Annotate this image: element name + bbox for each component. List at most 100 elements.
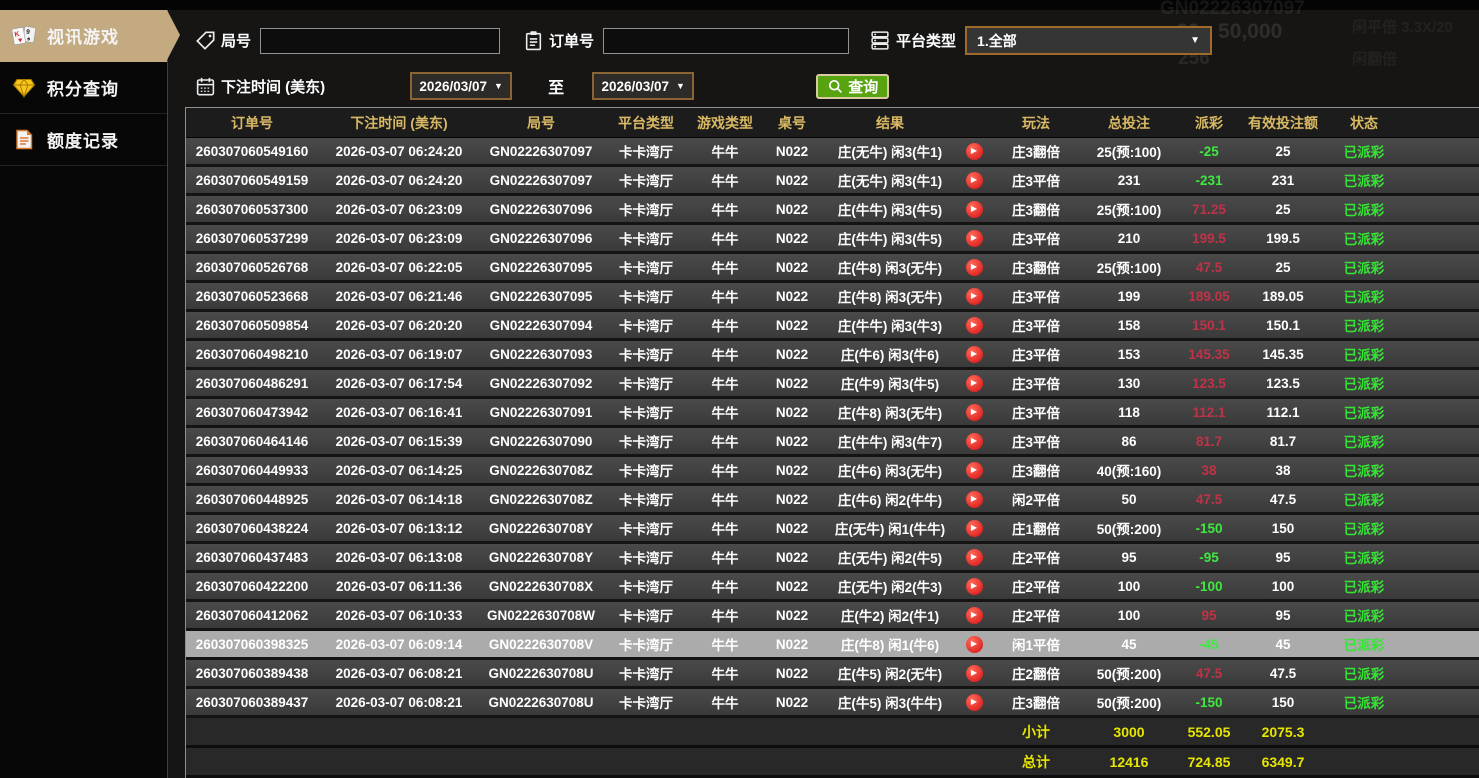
table-row[interactable]: 2603070604489252026-03-07 06:14:18GN0222… — [186, 486, 1479, 515]
filter-row-top: 局号 订单号 — [194, 27, 1479, 54]
play-video-button[interactable]: ▶ — [966, 665, 983, 682]
cell-result: 庄(牛牛) 闲3(牛3) — [824, 315, 956, 335]
table-body: 2603070605491602026-03-07 06:24:20GN0222… — [186, 138, 1479, 718]
table-row[interactable]: 2603070603894382026-03-07 06:08:21GN0222… — [186, 660, 1479, 689]
table-row[interactable]: 2603070605372992026-03-07 06:23:09GN0222… — [186, 225, 1479, 254]
cell-game_type: 牛牛 — [690, 489, 760, 509]
table-row[interactable]: 2603070605236682026-03-07 06:21:46GN0222… — [186, 283, 1479, 312]
table-row[interactable]: 2603070604739422026-03-07 06:16:41GN0222… — [186, 399, 1479, 428]
play-video-button[interactable]: ▶ — [966, 433, 983, 450]
play-video-button[interactable]: ▶ — [966, 143, 983, 160]
play-video-button[interactable]: ▶ — [966, 288, 983, 305]
calendar-icon — [194, 75, 216, 97]
platform-type-select[interactable]: 1.全部 ▼ — [965, 26, 1212, 55]
play-video-button[interactable]: ▶ — [966, 694, 983, 711]
cell-total_bet: 199 — [1080, 289, 1178, 304]
sidebar: 9 ♠ K ♥ 视讯游戏 积分查询 — [0, 10, 168, 778]
cell-play: ▶ — [956, 520, 992, 537]
cell-table_no: N022 — [760, 231, 824, 246]
cell-valid_bet: 100 — [1240, 579, 1326, 594]
cell-status: 已派彩 — [1326, 315, 1402, 335]
table-row[interactable]: 2603070603894372026-03-07 06:08:21GN0222… — [186, 689, 1479, 718]
table-row[interactable]: 2603070604641462026-03-07 06:15:39GN0222… — [186, 428, 1479, 457]
table-row[interactable]: 2603070604222002026-03-07 06:11:36GN0222… — [186, 573, 1479, 602]
table-row[interactable]: 2603070605491592026-03-07 06:24:20GN0222… — [186, 167, 1479, 196]
cell-play_method: 庄3翻倍 — [992, 257, 1080, 277]
play-video-button[interactable]: ▶ — [966, 491, 983, 508]
cell-game_type: 牛牛 — [690, 605, 760, 625]
cell-round_no: GN0222630708W — [480, 608, 602, 623]
cell-table_no: N022 — [760, 173, 824, 188]
play-video-button[interactable]: ▶ — [966, 259, 983, 276]
search-icon — [827, 78, 844, 95]
total-row: 总计12416724.856349.7 — [186, 748, 1479, 778]
cell-valid_bet: 95 — [1240, 608, 1326, 623]
table-row[interactable]: 2603070605267682026-03-07 06:22:05GN0222… — [186, 254, 1479, 283]
search-button[interactable]: 查询 — [816, 74, 889, 99]
cell-play: ▶ — [956, 491, 992, 508]
play-video-button[interactable]: ▶ — [966, 346, 983, 363]
cell-result: 庄(无牛) 闲3(牛1) — [824, 141, 956, 161]
cell-total_bet: 50(预:200) — [1080, 692, 1178, 712]
date-from-select[interactable]: 2026/03/07 ▼ — [410, 72, 512, 100]
table-row[interactable]: 2603070604499332026-03-07 06:14:25GN0222… — [186, 457, 1479, 486]
table-row[interactable]: 2603070605098542026-03-07 06:20:20GN0222… — [186, 312, 1479, 341]
table-row[interactable]: 2603070605373002026-03-07 06:23:09GN0222… — [186, 196, 1479, 225]
order-no-input[interactable] — [603, 28, 849, 54]
play-video-button[interactable]: ▶ — [966, 317, 983, 334]
cell-round_no: GN02226307095 — [480, 289, 602, 304]
date-to-select[interactable]: 2026/03/07 ▼ — [592, 72, 694, 100]
play-video-button[interactable]: ▶ — [966, 201, 983, 218]
cell-platform: 卡卡湾厅 — [602, 402, 690, 422]
cell-platform: 卡卡湾厅 — [602, 489, 690, 509]
cell-valid_bet: 150 — [1240, 521, 1326, 536]
cell-result: 庄(牛牛) 闲3(牛5) — [824, 199, 956, 219]
play-video-button[interactable]: ▶ — [966, 462, 983, 479]
playing-cards-icon: 9 ♠ K ♥ — [11, 24, 37, 48]
play-video-button[interactable]: ▶ — [966, 375, 983, 392]
table-row[interactable]: 2603070604382242026-03-07 06:13:12GN0222… — [186, 515, 1479, 544]
table-row[interactable]: 2603070604982102026-03-07 06:19:07GN0222… — [186, 341, 1479, 370]
cell-payout: 145.35 — [1178, 347, 1240, 362]
table-row[interactable]: 2603070604862912026-03-07 06:17:54GN0222… — [186, 370, 1479, 399]
sidebar-item-points-query[interactable]: 积分查询 — [0, 62, 167, 114]
sidebar-item-label: 视讯游戏 — [47, 23, 119, 48]
cell-order_no: 260307060412062 — [186, 608, 318, 623]
cell-game_type: 牛牛 — [690, 257, 760, 277]
cell-valid_bet: 231 — [1240, 173, 1326, 188]
table-row[interactable]: 2603070603983252026-03-07 06:09:14GN0222… — [186, 631, 1479, 660]
cell-play_method: 庄2平倍 — [992, 576, 1080, 596]
table-row[interactable]: 2603070604374832026-03-07 06:13:08GN0222… — [186, 544, 1479, 573]
cell-table_no: N022 — [760, 376, 824, 391]
round-no-label: 局号 — [221, 30, 251, 51]
play-video-button[interactable]: ▶ — [966, 607, 983, 624]
play-video-button[interactable]: ▶ — [966, 520, 983, 537]
play-video-button[interactable]: ▶ — [966, 636, 983, 653]
cell-order_no: 260307060509854 — [186, 318, 318, 333]
cell-round_no: GN02226307093 — [480, 347, 602, 362]
cell-game_type: 牛牛 — [690, 663, 760, 683]
cell-status: 已派彩 — [1326, 518, 1402, 538]
table-row[interactable]: 2603070604120622026-03-07 06:10:33GN0222… — [186, 602, 1479, 631]
column-header-total_bet: 总投注 — [1080, 113, 1178, 133]
play-video-button[interactable]: ▶ — [966, 404, 983, 421]
cell-payout: -100 — [1178, 579, 1240, 594]
round-no-input[interactable] — [260, 28, 500, 54]
play-video-button[interactable]: ▶ — [966, 172, 983, 189]
play-video-button[interactable]: ▶ — [966, 230, 983, 247]
cell-valid_bet: 25 — [1240, 202, 1326, 217]
app-window: GN02226307097 20 - 50,000 256 闲平倍 3.3X/2… — [0, 0, 1479, 778]
cell-play: ▶ — [956, 288, 992, 305]
cell-table_no: N022 — [760, 695, 824, 710]
table-row[interactable]: 2603070605491602026-03-07 06:24:20GN0222… — [186, 138, 1479, 167]
cell-platform: 卡卡湾厅 — [602, 344, 690, 364]
cell-table_no: N022 — [760, 347, 824, 362]
play-video-button[interactable]: ▶ — [966, 578, 983, 595]
cell-play_method: 庄3翻倍 — [992, 460, 1080, 480]
sidebar-item-quota-records[interactable]: 额度记录 — [0, 114, 167, 166]
play-video-button[interactable]: ▶ — [966, 549, 983, 566]
cell-play_method: 庄3平倍 — [992, 402, 1080, 422]
column-header-valid_bet: 有效投注额 — [1240, 113, 1326, 133]
sidebar-item-video-games[interactable]: 9 ♠ K ♥ 视讯游戏 — [0, 10, 167, 62]
cell-bet_time: 2026-03-07 06:17:54 — [318, 376, 480, 391]
